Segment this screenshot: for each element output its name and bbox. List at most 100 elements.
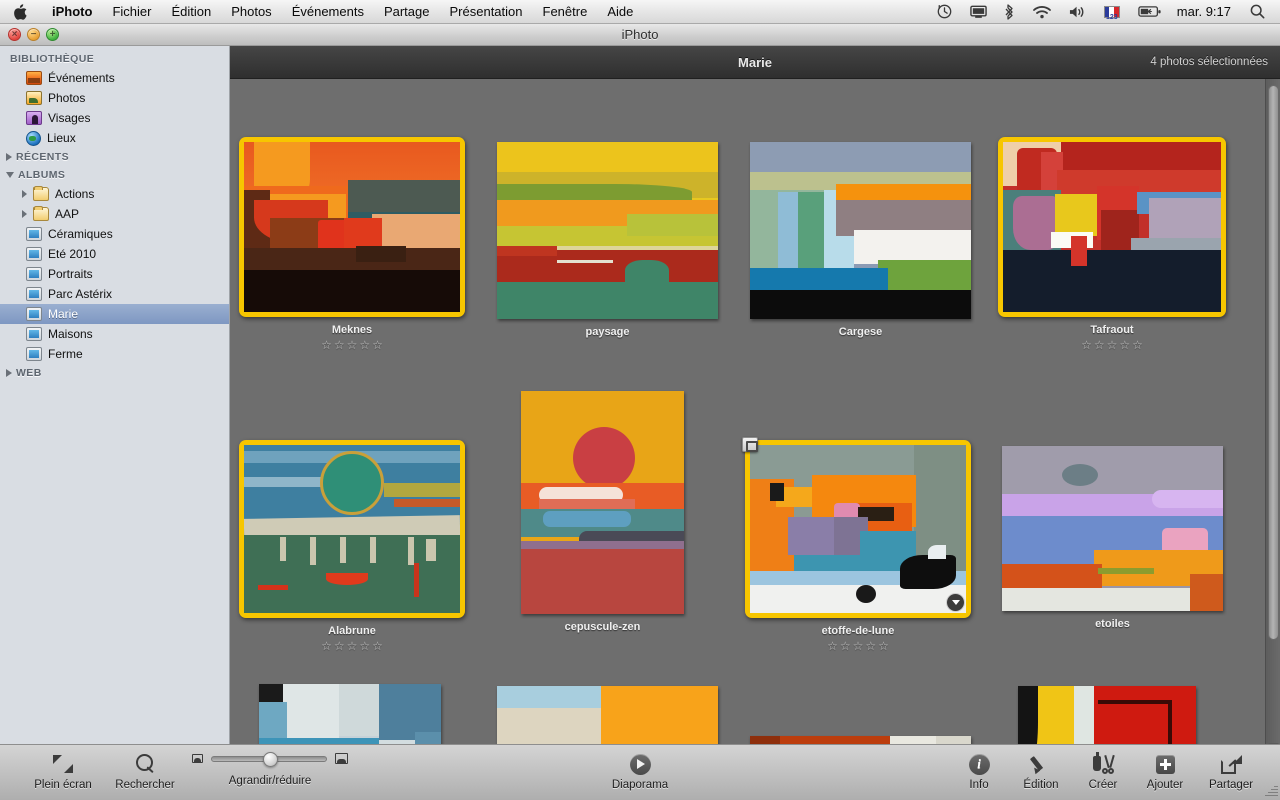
star-icon[interactable]: ☆ [347, 640, 358, 652]
slideshow-button[interactable]: Diaporama [599, 745, 681, 791]
info-button[interactable]: i Info [948, 745, 1010, 791]
photo-thumbnail[interactable] [750, 142, 971, 319]
bluetooth-icon[interactable] [996, 0, 1024, 24]
vertical-scrollbar[interactable] [1265, 79, 1280, 768]
chevron-right-icon[interactable] [22, 210, 27, 218]
photo-cell-tafraout[interactable]: Tafraout ☆ ☆ ☆ ☆ ☆ [998, 137, 1226, 351]
zoom-large-icon[interactable] [335, 753, 348, 764]
display-icon[interactable] [961, 0, 996, 24]
chevron-down-icon[interactable] [6, 172, 14, 178]
photo-thumbnail[interactable] [1003, 142, 1221, 312]
photo-rating[interactable]: ☆ ☆ ☆ ☆ ☆ [321, 339, 383, 351]
create-button[interactable]: Créer [1072, 745, 1134, 791]
star-icon[interactable]: ☆ [334, 640, 345, 652]
sidebar-item-evenements[interactable]: Événements [0, 68, 229, 88]
sidebar-item-maisons[interactable]: Maisons [0, 324, 229, 344]
thumbnail-frame[interactable] [998, 137, 1226, 317]
star-icon[interactable]: ☆ [1107, 339, 1118, 351]
battery-icon[interactable] [1129, 0, 1171, 24]
chevron-down-badge-icon[interactable] [946, 593, 965, 612]
photo-thumbnail[interactable] [521, 391, 684, 614]
menu-item-evenements[interactable]: Événements [282, 0, 374, 24]
apple-menu-icon[interactable] [0, 3, 42, 20]
photo-thumbnail[interactable] [244, 445, 460, 613]
photo-cell-meknes[interactable]: Meknes ☆ ☆ ☆ ☆ ☆ [239, 137, 465, 351]
chevron-right-icon[interactable] [6, 153, 12, 161]
thumbnail-frame[interactable] [1002, 446, 1223, 611]
menu-item-fichier[interactable]: Fichier [102, 0, 161, 24]
thumbnail-frame[interactable] [742, 437, 971, 618]
menu-item-photos[interactable]: Photos [221, 0, 281, 24]
flag-france-icon[interactable]: 123 [1095, 0, 1129, 24]
zoom-slider[interactable] [211, 751, 327, 767]
search-button[interactable]: Rechercher [104, 745, 186, 791]
photo-grid[interactable]: Meknes ☆ ☆ ☆ ☆ ☆ paysage Cargese Tafraou… [230, 79, 1265, 768]
chevron-right-icon[interactable] [6, 369, 12, 377]
sidebar-section-web[interactable]: WEB [0, 364, 229, 382]
zoom-slider-knob[interactable] [263, 751, 279, 767]
photo-cell-alabrune[interactable]: Alabrune ☆ ☆ ☆ ☆ ☆ [239, 440, 465, 652]
photo-rating[interactable]: ☆ ☆ ☆ ☆ ☆ [321, 640, 383, 652]
photo-thumbnail[interactable] [1002, 446, 1223, 611]
star-icon[interactable]: ☆ [372, 640, 383, 652]
star-icon[interactable]: ☆ [1081, 339, 1092, 351]
sidebar-section-albums[interactable]: ALBUMS [0, 166, 229, 184]
resize-grip[interactable] [1264, 783, 1278, 797]
photo-thumbnail[interactable] [750, 445, 966, 613]
photo-cell-etoffe-de-lune[interactable]: etoffe-de-lune ☆ ☆ ☆ ☆ ☆ [742, 437, 971, 652]
thumbnail-frame[interactable] [239, 440, 465, 618]
thumbnail-frame[interactable] [497, 142, 718, 319]
photo-cell-etoiles[interactable]: etoiles [1002, 446, 1223, 630]
menu-item-presentation[interactable]: Présentation [440, 0, 533, 24]
photo-rating[interactable]: ☆ ☆ ☆ ☆ ☆ [827, 640, 889, 652]
thumbnail-frame[interactable] [239, 137, 465, 317]
add-button[interactable]: Ajouter [1134, 745, 1196, 791]
sidebar-item-marie[interactable]: Marie [0, 304, 229, 324]
sidebar-item-actions[interactable]: Actions [0, 184, 229, 204]
star-icon[interactable]: ☆ [878, 640, 889, 652]
star-icon[interactable]: ☆ [840, 640, 851, 652]
menu-item-partage[interactable]: Partage [374, 0, 440, 24]
edit-button[interactable]: Édition [1010, 745, 1072, 791]
sidebar-item-lieux[interactable]: Lieux [0, 128, 229, 148]
star-icon[interactable]: ☆ [359, 640, 370, 652]
star-icon[interactable]: ☆ [347, 339, 358, 351]
time-machine-icon[interactable] [928, 0, 961, 24]
zoom-small-icon[interactable] [192, 754, 203, 763]
volume-icon[interactable] [1060, 0, 1095, 24]
sidebar-item-ceramiques[interactable]: Céramiques [0, 224, 229, 244]
star-icon[interactable]: ☆ [334, 339, 345, 351]
chevron-right-icon[interactable] [22, 190, 27, 198]
star-icon[interactable]: ☆ [359, 339, 370, 351]
star-icon[interactable]: ☆ [1132, 339, 1143, 351]
photo-thumbnail[interactable] [244, 142, 460, 312]
sidebar-item-aap[interactable]: AAP [0, 204, 229, 224]
star-icon[interactable]: ☆ [827, 640, 838, 652]
fullscreen-button[interactable]: Plein écran [22, 745, 104, 791]
menu-item-iphoto[interactable]: iPhoto [42, 0, 102, 24]
spotlight-search-icon[interactable] [1241, 0, 1274, 24]
star-icon[interactable]: ☆ [321, 640, 332, 652]
share-button[interactable]: Partager [1196, 745, 1266, 791]
scrollbar-thumb[interactable] [1268, 85, 1279, 640]
thumbnail-frame[interactable] [521, 391, 684, 614]
sidebar-item-ete-2010[interactable]: Eté 2010 [0, 244, 229, 264]
photo-cell-cargese[interactable]: Cargese [750, 142, 971, 338]
zoom-slider-group[interactable]: Agrandir/réduire [192, 745, 348, 787]
zoom-slider-row[interactable] [192, 751, 348, 767]
wifi-icon[interactable] [1024, 0, 1060, 24]
star-icon[interactable]: ☆ [372, 339, 383, 351]
star-icon[interactable]: ☆ [853, 640, 864, 652]
photo-rating[interactable]: ☆ ☆ ☆ ☆ ☆ [1081, 339, 1143, 351]
sidebar-item-photos[interactable]: Photos [0, 88, 229, 108]
sidebar-item-parc-asterix[interactable]: Parc Astérix [0, 284, 229, 304]
photo-cell-cepuscule-zen[interactable]: cepuscule-zen [521, 391, 684, 633]
star-icon[interactable]: ☆ [1119, 339, 1130, 351]
sidebar-item-ferme[interactable]: Ferme [0, 344, 229, 364]
menu-bar-clock[interactable]: mar. 9:17 [1171, 4, 1241, 19]
photo-thumbnail[interactable] [497, 142, 718, 319]
clip-badge-icon[interactable] [742, 437, 758, 452]
thumbnail-frame[interactable] [750, 142, 971, 319]
window-title-bar[interactable]: × − + iPhoto [0, 24, 1280, 46]
sidebar-section-recents[interactable]: RÉCENTS [0, 148, 229, 166]
